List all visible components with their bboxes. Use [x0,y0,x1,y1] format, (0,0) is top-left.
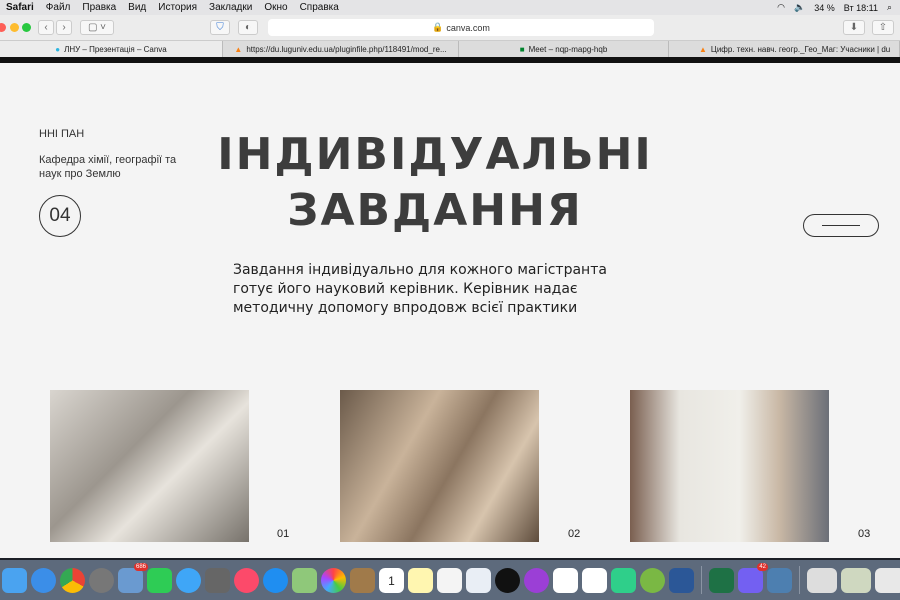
preview-icon[interactable]: 686 [118,562,148,593]
preview-badge: 686 [133,562,148,571]
whiteboard-photo [630,390,829,542]
privacy-icon[interactable]: ◐ [238,20,258,35]
reminders-icon[interactable] [437,567,462,593]
slide-title: ІНДИВІДУАЛЬНІ ЗАВДАННЯ [200,127,670,239]
pages-icon[interactable] [582,567,607,593]
downloads-button[interactable]: ⬇ [843,20,865,35]
facetime-icon[interactable] [147,567,172,593]
system-preferences-icon[interactable] [205,567,230,593]
arrow-button[interactable] [803,214,879,237]
chrome-icon[interactable] [60,567,85,593]
tab-canva[interactable]: ● ЛНУ – Презентація – Canva [0,41,223,58]
meet-icon: ■ [519,45,525,54]
share-button[interactable]: ⇧ [872,20,894,35]
messages-icon[interactable] [176,567,201,593]
sidebar-button[interactable]: ▢ ˅ [80,20,114,35]
maps-icon[interactable] [292,567,317,593]
menu-bookmarks[interactable]: Закладки [209,2,252,13]
minimized-window-2[interactable] [841,567,871,593]
wifi-icon[interactable]: ◠ [777,2,785,13]
podcasts-icon[interactable] [524,567,549,593]
minimize-button[interactable] [10,23,19,32]
qgis-icon[interactable] [640,567,665,593]
forward-button[interactable]: › [56,20,72,35]
zoom-button[interactable] [22,23,31,32]
numbers-icon[interactable] [553,567,578,593]
battery-text[interactable]: 34 % [814,3,835,13]
image-capture-icon[interactable] [767,567,792,593]
volume-icon[interactable]: 🔈 [794,2,805,13]
books-photo [50,390,249,542]
menu-history[interactable]: История [158,2,197,13]
dock: 686 1 42 [0,560,900,600]
viber-icon[interactable]: 42 [738,562,768,593]
department-label: Кафедра хімії, географії та наук про Зем… [39,154,177,180]
notes-icon[interactable] [408,567,433,593]
apple-tv-icon[interactable] [495,567,520,593]
title-line-1: ІНДИВІДУАЛЬНІ [217,129,653,180]
excel-icon[interactable] [709,567,734,593]
slide-description: Завдання індивідуально для кожного магіс… [233,262,607,316]
tab-meet[interactable]: ■ Meet – nqp-mapg-hqb [459,41,669,58]
photos-icon[interactable] [321,567,346,593]
minimized-window-1[interactable] [807,567,837,593]
tab-label: https://du.luguniv.edu.ua/pluginfile.php… [246,45,447,54]
keynote-icon[interactable] [466,567,491,593]
mindmap-icon[interactable] [611,567,636,593]
clock[interactable]: Вт 18:11 [844,3,878,13]
moodle-icon: ▲ [699,45,707,54]
dock-separator [701,566,702,594]
word-icon[interactable] [669,567,694,593]
caption-02: 02 [568,528,581,540]
tab-moodle-course[interactable]: ▲ Цифр. техн. навч. геогр._Гео_Маг: Учасн… [669,41,900,58]
minimized-window-3[interactable] [875,567,900,593]
menu-edit[interactable]: Правка [82,2,116,13]
finder-icon[interactable] [2,567,27,593]
tab-bar: ● ЛНУ – Презентація – Canva ▲ https://du.l… [0,40,900,58]
launchpad-icon[interactable] [89,567,114,593]
tab-label: ЛНУ – Презентація – Canva [64,45,167,54]
dock-separator [799,566,800,594]
menu-file[interactable]: Файл [46,2,71,13]
menu-window[interactable]: Окно [264,2,287,13]
arrow-right-icon [822,225,860,226]
caption-03: 03 [858,528,871,540]
url-text: canva.com [446,22,490,33]
lock-icon: 🔒 [432,22,444,32]
contacts-icon[interactable] [350,567,375,593]
maps-photo [340,390,539,542]
viber-badge: 42 [757,562,768,571]
canva-icon: ● [55,45,61,54]
tab-label: Meet – nqp-mapg-hqb [528,45,608,54]
music-icon[interactable] [234,567,259,593]
app-store-icon[interactable] [263,567,288,593]
url-bar[interactable]: 🔒 canva.com [268,19,654,36]
moodle-icon: ▲ [234,45,243,54]
menu-help[interactable]: Справка [300,2,339,13]
safari-icon[interactable] [31,567,56,593]
slide: ННІ ПАН Кафедра хімії, географії та наук… [0,63,900,558]
shield-icon[interactable]: ⛉ [210,20,230,35]
close-button[interactable] [0,23,6,32]
tab-pluginfile[interactable]: ▲ https://du.luguniv.edu.ua/pluginfile.ph… [223,41,459,58]
browser-toolbar: ‹ › ▢ ˅ ⛉ ◐ 🔒 canva.com ⬇ ⇧ [0,15,900,40]
slide-number: 04 [39,195,81,237]
org-label: ННІ ПАН [39,128,85,140]
tab-label: Цифр. техн. навч. геогр._Гео_Маг: Учасни… [710,45,891,54]
menu-safari[interactable]: Safari [6,2,34,13]
search-icon[interactable]: ⌕ [887,2,892,13]
calendar-icon[interactable]: 1 [379,567,404,593]
caption-01: 01 [277,528,290,540]
title-line-2: ЗАВДАННЯ [287,185,583,236]
menu-view[interactable]: Вид [128,2,146,13]
menu-bar: Safari Файл Правка Вид История Закладки … [0,0,900,15]
back-button[interactable]: ‹ [38,20,54,35]
